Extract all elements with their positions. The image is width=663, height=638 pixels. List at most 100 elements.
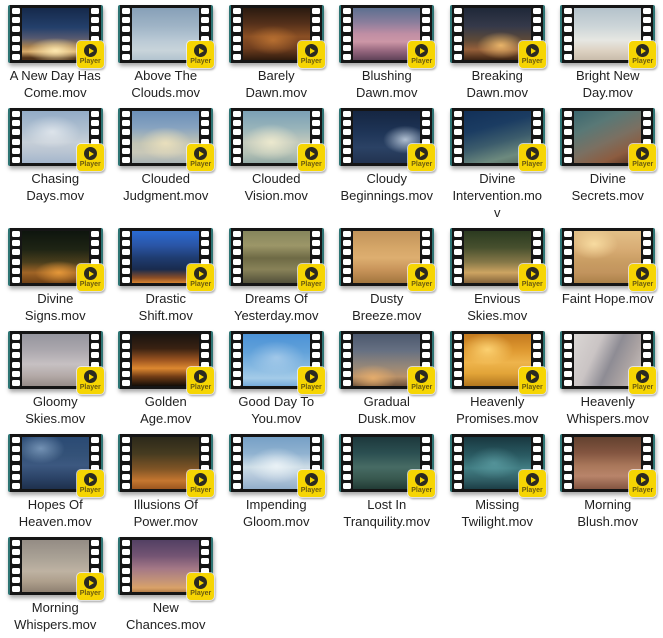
- player-badge[interactable]: Player: [298, 264, 325, 291]
- video-thumbnail[interactable]: Player: [229, 331, 324, 389]
- video-item[interactable]: Player Envious Skies.mov: [442, 228, 553, 331]
- player-badge[interactable]: Player: [519, 41, 546, 68]
- video-thumbnail[interactable]: Player: [8, 228, 103, 286]
- video-filename[interactable]: Morning Blush.mov: [561, 496, 655, 530]
- video-filename[interactable]: Golden Age.mov: [119, 393, 213, 427]
- video-filename[interactable]: Impending Gloom.mov: [229, 496, 323, 530]
- video-item[interactable]: Player Blushing Dawn.mov: [332, 5, 443, 108]
- video-thumbnail[interactable]: Player: [8, 537, 103, 595]
- video-thumbnail[interactable]: Player: [229, 228, 324, 286]
- player-badge[interactable]: Player: [77, 41, 104, 68]
- video-thumbnail[interactable]: Player: [339, 108, 434, 166]
- video-filename[interactable]: Dusty Breeze.mov: [340, 290, 434, 324]
- video-item[interactable]: Player Good Day To You.mov: [221, 331, 332, 434]
- player-badge[interactable]: Player: [187, 264, 214, 291]
- player-badge[interactable]: Player: [519, 470, 546, 497]
- video-item[interactable]: Player Cloudy Beginnings.mov: [332, 108, 443, 228]
- player-badge[interactable]: Player: [298, 367, 325, 394]
- video-item[interactable]: Player Bright New Day.mov: [553, 5, 663, 108]
- player-badge[interactable]: Player: [408, 144, 435, 171]
- video-thumbnail[interactable]: Player: [339, 5, 434, 63]
- video-item[interactable]: Player Morning Blush.mov: [553, 434, 663, 537]
- video-item[interactable]: Player Dusty Breeze.mov: [332, 228, 443, 331]
- video-thumbnail[interactable]: Player: [118, 537, 213, 595]
- video-filename[interactable]: Blushing Dawn.mov: [340, 67, 434, 101]
- video-thumbnail[interactable]: Player: [8, 5, 103, 63]
- video-filename[interactable]: Dreams Of Yesterday.mov: [229, 290, 323, 324]
- video-thumbnail[interactable]: Player: [8, 108, 103, 166]
- video-item[interactable]: Player Chasing Days.mov: [0, 108, 111, 228]
- player-badge[interactable]: Player: [629, 367, 656, 394]
- video-item[interactable]: Player Drastic Shift.mov: [111, 228, 222, 331]
- video-item[interactable]: Player Heavenly Whispers.mov: [553, 331, 663, 434]
- video-item[interactable]: Player Heavenly Promises.mov: [442, 331, 553, 434]
- player-badge[interactable]: Player: [298, 41, 325, 68]
- player-badge[interactable]: Player: [187, 144, 214, 171]
- video-item[interactable]: Player Divine Intervention.mov: [442, 108, 553, 228]
- video-item[interactable]: Player Gloomy Skies.mov: [0, 331, 111, 434]
- player-badge[interactable]: Player: [408, 367, 435, 394]
- video-thumbnail[interactable]: Player: [339, 228, 434, 286]
- video-thumbnail[interactable]: Player: [450, 228, 545, 286]
- video-item[interactable]: Player Clouded Judgment.mov: [111, 108, 222, 228]
- video-filename[interactable]: Faint Hope.mov: [561, 290, 655, 307]
- video-thumbnail[interactable]: Player: [450, 331, 545, 389]
- video-filename[interactable]: Heavenly Promises.mov: [450, 393, 544, 427]
- video-filename[interactable]: Drastic Shift.mov: [119, 290, 213, 324]
- video-filename[interactable]: Clouded Judgment.mov: [119, 170, 213, 204]
- video-item[interactable]: Player Faint Hope.mov: [553, 228, 663, 331]
- video-filename[interactable]: Barely Dawn.mov: [229, 67, 323, 101]
- video-thumbnail[interactable]: Player: [118, 5, 213, 63]
- player-badge[interactable]: Player: [408, 41, 435, 68]
- video-item[interactable]: Player A New Day Has Come.mov: [0, 5, 111, 108]
- video-filename[interactable]: Cloudy Beginnings.mov: [340, 170, 434, 204]
- player-badge[interactable]: Player: [629, 41, 656, 68]
- player-badge[interactable]: Player: [408, 470, 435, 497]
- video-item[interactable]: Player Divine Secrets.mov: [553, 108, 663, 228]
- video-thumbnail[interactable]: Player: [560, 108, 655, 166]
- video-thumbnail[interactable]: Player: [229, 5, 324, 63]
- video-thumbnail[interactable]: Player: [118, 331, 213, 389]
- player-badge[interactable]: Player: [519, 144, 546, 171]
- video-item[interactable]: Player Dreams Of Yesterday.mov: [221, 228, 332, 331]
- player-badge[interactable]: Player: [77, 367, 104, 394]
- video-thumbnail[interactable]: Player: [450, 434, 545, 492]
- video-thumbnail[interactable]: Player: [560, 434, 655, 492]
- video-filename[interactable]: Clouded Vision.mov: [229, 170, 323, 204]
- player-badge[interactable]: Player: [187, 367, 214, 394]
- video-filename[interactable]: Bright New Day.mov: [561, 67, 655, 101]
- player-badge[interactable]: Player: [298, 144, 325, 171]
- video-filename[interactable]: Gradual Dusk.mov: [340, 393, 434, 427]
- player-badge[interactable]: Player: [187, 470, 214, 497]
- player-badge[interactable]: Player: [77, 144, 104, 171]
- video-thumbnail[interactable]: Player: [450, 108, 545, 166]
- video-filename[interactable]: Missing Twilight.mov: [450, 496, 544, 530]
- video-filename[interactable]: Lost In Tranquility.mov: [340, 496, 434, 530]
- video-item[interactable]: Player Lost In Tranquility.mov: [332, 434, 443, 537]
- video-thumbnail[interactable]: Player: [229, 108, 324, 166]
- video-filename[interactable]: Hopes Of Heaven.mov: [8, 496, 102, 530]
- video-thumbnail[interactable]: Player: [560, 228, 655, 286]
- video-filename[interactable]: Divine Intervention.mov: [450, 170, 544, 221]
- player-badge[interactable]: Player: [298, 470, 325, 497]
- video-thumbnail[interactable]: Player: [560, 331, 655, 389]
- video-item[interactable]: Player Above The Clouds.mov: [111, 5, 222, 108]
- video-item[interactable]: Player Gradual Dusk.mov: [332, 331, 443, 434]
- video-thumbnail[interactable]: Player: [118, 434, 213, 492]
- video-filename[interactable]: Illusions Of Power.mov: [119, 496, 213, 530]
- player-badge[interactable]: Player: [519, 367, 546, 394]
- video-item[interactable]: Player Morning Whispers.mov: [0, 537, 111, 638]
- video-filename[interactable]: Heavenly Whispers.mov: [561, 393, 655, 427]
- video-item[interactable]: Player Clouded Vision.mov: [221, 108, 332, 228]
- player-badge[interactable]: Player: [629, 144, 656, 171]
- video-thumbnail[interactable]: Player: [339, 434, 434, 492]
- video-thumbnail[interactable]: Player: [339, 331, 434, 389]
- video-filename[interactable]: Gloomy Skies.mov: [8, 393, 102, 427]
- video-thumbnail[interactable]: Player: [118, 228, 213, 286]
- video-item[interactable]: Player Illusions Of Power.mov: [111, 434, 222, 537]
- player-badge[interactable]: Player: [77, 470, 104, 497]
- player-badge[interactable]: Player: [519, 264, 546, 291]
- video-thumbnail[interactable]: Player: [118, 108, 213, 166]
- video-filename[interactable]: Chasing Days.mov: [8, 170, 102, 204]
- player-badge[interactable]: Player: [77, 264, 104, 291]
